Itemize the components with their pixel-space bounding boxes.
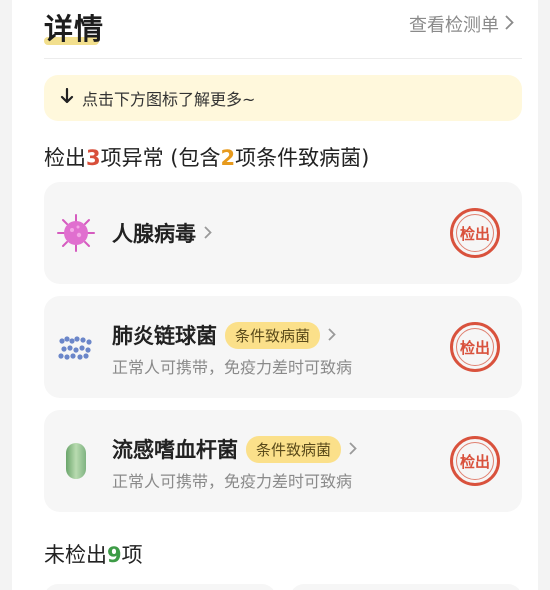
detected-stamp: 检出 (450, 208, 500, 258)
view-report-link[interactable]: 查看检测单 (409, 11, 514, 37)
result-card-pneumococcus[interactable]: 肺炎链球菌 条件致病菌 正常人可携带，免疫力差时可致病 检出 (44, 296, 522, 398)
conditional-pathogen-badge: 条件致病菌 (225, 321, 321, 349)
virus-icon (56, 213, 96, 253)
not-detected-count: 9 (107, 543, 122, 567)
title-wrap: 详情 (44, 6, 104, 48)
hint-banner: 点击下方图标了解更多~ (44, 75, 522, 121)
pathogen-name: 流感嗜血杆菌 (112, 438, 238, 462)
detected-suffix: 项条件致病菌) (235, 146, 370, 170)
detected-stamp: 检出 (450, 436, 500, 486)
not-detected-summary: 未检出9项 (44, 539, 143, 569)
conditional-pathogen-badge: 条件致病菌 (246, 435, 342, 463)
chevron-right-icon (204, 224, 212, 243)
detected-middle: 项异常 (包含 (100, 146, 221, 170)
header: 详情 查看检测单 (44, 0, 522, 59)
hint-text: 点击下方图标了解更多~ (82, 90, 256, 109)
cocci-chain-icon (56, 327, 96, 367)
not-detected-suffix: 项 (121, 543, 143, 567)
pathogen-description: 正常人可携带，免疫力差时可致病 (112, 472, 353, 491)
pathogen-name: 人腺病毒 (112, 222, 196, 246)
pathogen-name: 肺炎链球菌 (112, 324, 217, 348)
not-detected-card[interactable] (44, 584, 276, 590)
conditional-count: 2 (220, 146, 236, 170)
result-card-adenovirus[interactable]: 人腺病毒 检出 (44, 182, 522, 284)
name-row: 人腺病毒 (112, 218, 212, 248)
chevron-right-icon (349, 440, 357, 459)
result-card-haemophilus[interactable]: 流感嗜血杆菌 条件致病菌 正常人可携带，免疫力差时可致病 检出 (44, 410, 522, 512)
detected-summary: 检出3项异常 (包含2项条件致病菌) (44, 142, 369, 172)
detail-page: 详情 查看检测单 点击下方图标了解更多~ 检出3项异常 (包含2项条件致病菌) (12, 0, 538, 590)
not-detected-prefix: 未检出 (44, 543, 107, 567)
stamp-label: 检出 (459, 452, 490, 471)
arrow-down-icon (60, 87, 74, 109)
name-row: 流感嗜血杆菌 条件致病菌 (112, 434, 357, 464)
name-row: 肺炎链球菌 条件致病菌 (112, 320, 336, 350)
view-report-label: 查看检测单 (409, 15, 499, 36)
detected-stamp: 检出 (450, 322, 500, 372)
not-detected-card[interactable] (290, 584, 522, 590)
pathogen-description: 正常人可携带，免疫力差时可致病 (112, 358, 353, 377)
bacillus-icon (56, 441, 96, 481)
stamp-label: 检出 (459, 224, 490, 243)
detected-prefix: 检出 (44, 146, 86, 170)
chevron-right-icon (505, 14, 514, 34)
page-title: 详情 (44, 12, 105, 46)
stamp-label: 检出 (459, 338, 490, 357)
detected-count: 3 (86, 146, 101, 170)
chevron-right-icon (328, 326, 336, 345)
